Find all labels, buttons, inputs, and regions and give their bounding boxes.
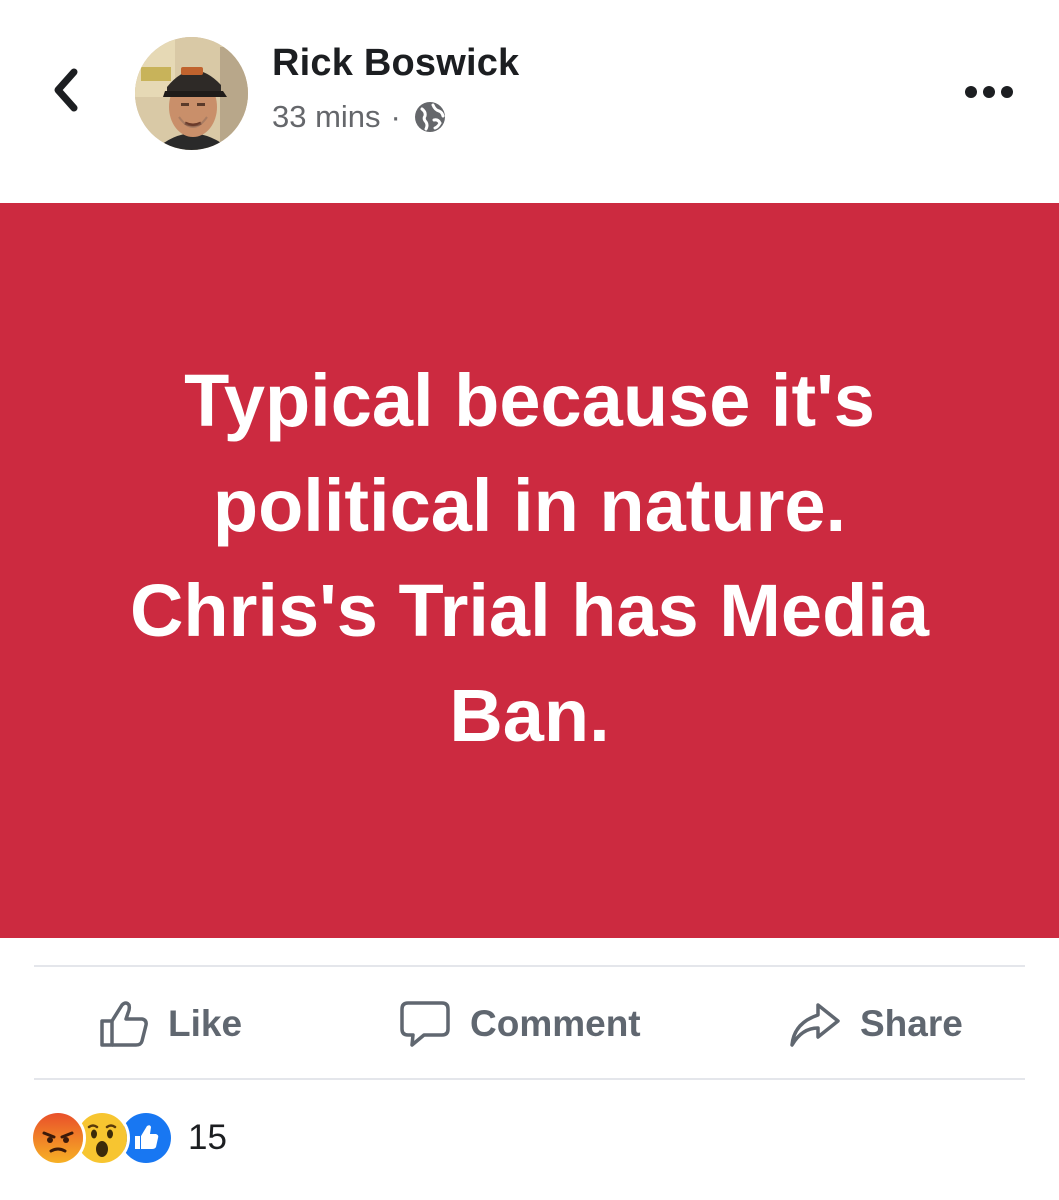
post-text: Typical because it's political in nature… — [129, 359, 929, 757]
action-bar: Like Comment Share — [0, 980, 1059, 1068]
meta-separator: · — [390, 99, 401, 134]
like-label: Like — [168, 1003, 243, 1044]
more-options-button[interactable] — [959, 72, 1019, 112]
post-content-block: Typical because it's political in nature… — [0, 203, 1059, 938]
divider — [34, 965, 1025, 967]
comment-bubble-icon — [400, 1001, 450, 1047]
comment-label: Comment — [470, 1003, 641, 1044]
back-button[interactable] — [40, 60, 90, 120]
profile-photo — [135, 37, 248, 150]
post-page: Rick Boswick 33 mins · Typical because i… — [0, 0, 1059, 1200]
like-button[interactable]: Like — [98, 980, 242, 1068]
author-name[interactable]: Rick Boswick — [272, 42, 519, 85]
share-label: Share — [860, 1003, 963, 1044]
avatar[interactable] — [135, 37, 248, 150]
angry-reaction-icon — [30, 1110, 86, 1166]
share-arrow-icon — [790, 1003, 840, 1047]
post-meta: 33 mins · — [272, 96, 447, 138]
timestamp[interactable]: 33 mins — [272, 99, 381, 135]
reaction-count[interactable]: 15 — [188, 1118, 227, 1158]
chevron-left-icon — [54, 68, 78, 112]
divider — [34, 1078, 1025, 1080]
thumbs-up-icon — [100, 1001, 148, 1047]
reactions-summary[interactable]: 15 — [30, 1110, 227, 1166]
post-header: Rick Boswick 33 mins · — [0, 0, 1059, 190]
share-button[interactable]: Share — [788, 980, 963, 1068]
comment-button[interactable]: Comment — [398, 980, 641, 1068]
globe-icon[interactable] — [413, 100, 447, 134]
more-dots-icon — [965, 86, 1013, 98]
